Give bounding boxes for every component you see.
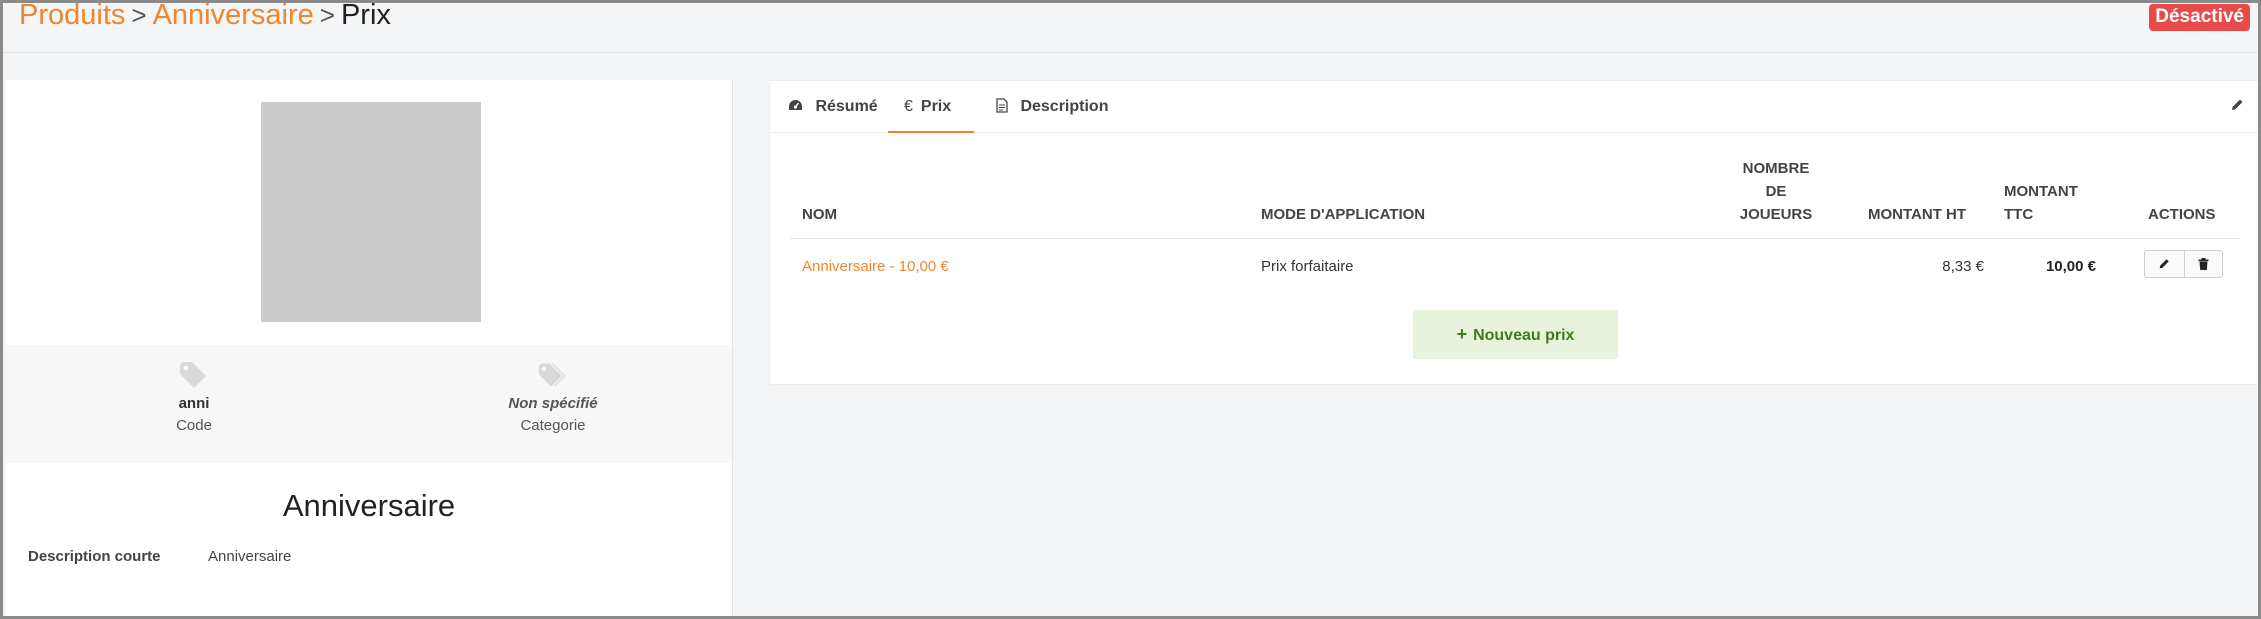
edit-price-button[interactable] xyxy=(2145,251,2184,277)
short-description-row: Description courte Anniversaire xyxy=(28,548,291,565)
breadcrumb-produits[interactable]: Produits xyxy=(19,3,125,31)
category-value: Non spécifié xyxy=(508,395,598,412)
product-image-placeholder xyxy=(261,102,481,322)
tab-prix[interactable]: € Prix xyxy=(888,81,974,133)
tab-resume[interactable]: Résumé xyxy=(788,81,878,133)
short-description-label: Description courte xyxy=(28,548,161,565)
status-badge: Désactivé xyxy=(2149,4,2250,31)
tab-resume-label: Résumé xyxy=(815,98,878,115)
tags-icon xyxy=(538,363,566,387)
page-header: Produits > Anniversaire > Prix Désactivé xyxy=(3,3,2258,53)
column-nombre-line1: NOMBRE xyxy=(1742,160,1810,177)
edit-product-button[interactable] xyxy=(2230,98,2244,117)
dashboard-icon xyxy=(788,98,807,115)
column-mode-application: MODE D'APPLICATION xyxy=(1261,206,1426,223)
column-nombre-line3: JOUEURS xyxy=(1739,206,1813,223)
category-block: Non spécifié Categorie xyxy=(453,345,653,434)
table-row: Anniversaire - 10,00 € Prix forfaitaire … xyxy=(790,239,2240,291)
product-title: Anniversaire xyxy=(282,488,456,523)
short-description-value: Anniversaire xyxy=(208,548,292,565)
column-ttc-line1: MONTANT xyxy=(2004,183,2078,200)
trash-icon xyxy=(2198,258,2209,270)
tab-prix-label: Prix xyxy=(920,98,952,115)
column-montant-ht: MONTANT HT xyxy=(1868,206,1967,223)
column-nombre-joueurs: NOMBRE DE JOUEURS xyxy=(1734,157,1818,226)
app-frame: Produits > Anniversaire > Prix Désactivé ann… xyxy=(0,0,2261,619)
breadcrumb-separator: > xyxy=(319,0,335,30)
column-nombre-line2: DE xyxy=(1765,183,1787,200)
code-label: Code xyxy=(176,417,212,434)
document-icon xyxy=(996,98,1012,115)
code-value: anni xyxy=(178,395,210,412)
category-label: Categorie xyxy=(520,417,586,434)
column-ttc-line2: TTC xyxy=(2004,206,2034,223)
code-block: anni Code xyxy=(94,345,294,434)
new-price-label: Nouveau prix xyxy=(1473,327,1575,344)
tab-description[interactable]: Description xyxy=(996,81,1108,133)
euro-icon: € xyxy=(904,98,913,115)
column-montant-ttc: MONTANT TTC xyxy=(2004,180,2078,226)
tab-bar: Résumé € Prix Description xyxy=(770,81,2258,133)
row-actions xyxy=(2144,250,2223,278)
new-price-button[interactable]: + Nouveau prix xyxy=(1413,310,1618,359)
product-summary-panel: anni Code Non spécifié Categorie Anniver… xyxy=(6,80,733,616)
price-mode: Prix forfaitaire xyxy=(1261,258,1354,275)
pencil-icon xyxy=(2159,259,2169,269)
price-name-link[interactable]: Anniversaire - 10,00 € xyxy=(802,258,949,275)
price-amount-ht: 8,33 € xyxy=(1942,258,1984,275)
tag-icon xyxy=(180,362,206,388)
delete-price-button[interactable] xyxy=(2183,251,2223,277)
plus-icon: + xyxy=(1456,324,1468,344)
breadcrumb-anniversaire[interactable]: Anniversaire xyxy=(153,3,314,31)
tab-description-label: Description xyxy=(1020,98,1109,115)
column-nom: NOM xyxy=(802,206,837,223)
breadcrumb-separator: > xyxy=(131,0,147,30)
pencil-icon xyxy=(2232,99,2243,110)
price-amount-ttc: 10,00 € xyxy=(2045,258,2096,275)
prices-panel: Résumé € Prix Description NOM MODE D'APP… xyxy=(769,80,2258,385)
prices-table-header: NOM MODE D'APPLICATION NOMBRE DE JOUEURS… xyxy=(790,160,2240,239)
breadcrumb: Produits > Anniversaire > Prix xyxy=(19,0,391,35)
product-meta-strip: anni Code Non spécifié Categorie xyxy=(6,345,732,463)
breadcrumb-current: Prix xyxy=(340,0,391,31)
column-actions: ACTIONS xyxy=(2148,206,2216,223)
